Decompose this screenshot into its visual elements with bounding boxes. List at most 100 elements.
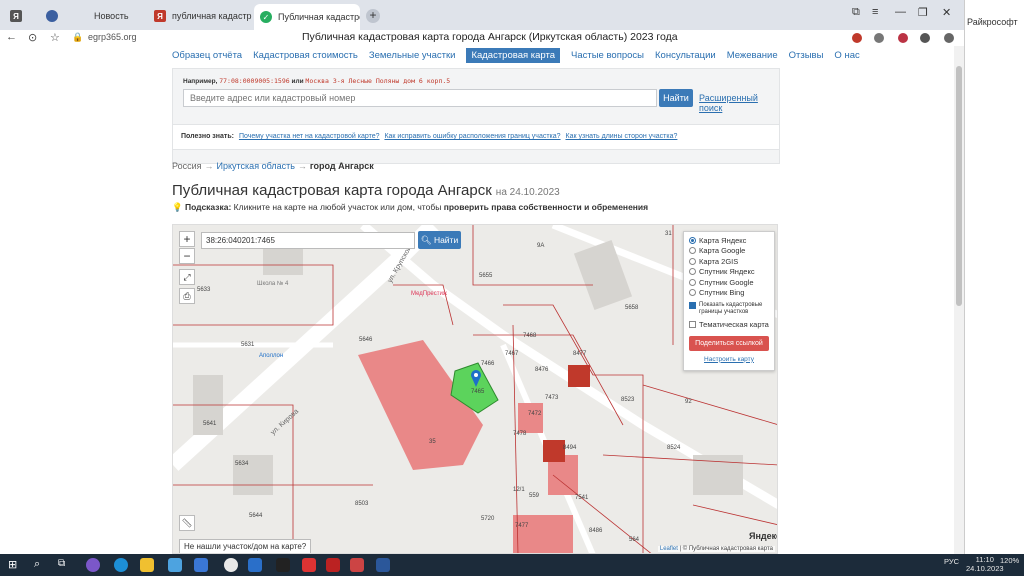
word-icon[interactable] [376,558,390,572]
svg-text:7466: 7466 [481,361,495,367]
search-icon[interactable]: ⌕ [34,558,48,572]
tab-cadastral-1[interactable]: Я публичная кадастровая к [148,5,252,27]
windows-start-icon[interactable]: ⊞ [8,558,22,572]
url-field[interactable]: egrp365.org [88,32,137,42]
taskbar: ⊞ ⌕ ⧉ РУС 120% 11:10 24.10.2023 [0,554,1024,576]
tab-news[interactable]: Новость [70,5,146,27]
radio-icon[interactable] [689,247,696,255]
tab-cadastral-active[interactable]: ✓ Публичная кадастровая к ✕ [254,4,360,30]
nav-reviews[interactable]: Отзывы [789,50,824,61]
minimize-icon[interactable]: — [895,6,906,18]
checkbox-icon[interactable] [689,302,696,309]
page-scrollbar[interactable] [954,46,964,554]
nav-cadastral-map[interactable]: Кадастровая карта [466,47,561,63]
useful-link[interactable]: Как узнать длины сторон участка? [566,133,678,140]
radio-icon[interactable] [689,278,696,286]
nav-sample-report[interactable]: Образец отчёта [172,50,242,61]
map-search-input[interactable]: 38:26:040201:7465 [201,232,415,249]
download-icon[interactable] [944,33,954,43]
app-icon[interactable] [350,558,364,572]
radio-icon[interactable] [689,257,696,265]
svg-text:Аполлон: Аполлон [259,353,283,359]
extension-icon[interactable] [852,33,862,43]
background-window-title: Райкрософт [967,17,1018,27]
useful-link[interactable]: Почему участка нет на кадастровой карте? [239,133,380,140]
shield-icon[interactable]: ⊙ [28,31,37,44]
edge-icon[interactable] [114,558,128,572]
svg-text:564: 564 [629,537,640,543]
zoom-in-button[interactable]: + [179,231,195,247]
useful-info-bar: Полезно знать: Почему участка нет на кад… [172,124,780,150]
search-button[interactable]: Найти [659,89,693,107]
layer-option[interactable]: Спутник Bing [689,288,769,299]
sound-icon[interactable] [874,33,884,43]
breadcrumb-region[interactable]: Иркутская область [217,161,295,171]
nav-consultations[interactable]: Консультации [655,50,716,61]
configure-map-link[interactable]: Настроить карту [689,356,769,363]
mail-icon[interactable] [194,558,208,572]
boundaries-toggle[interactable]: Показать кадастровые границы участков [689,302,769,316]
nav-cadastral-value[interactable]: Кадастровая стоимость [253,50,358,61]
layer-option[interactable]: Спутник Яндекс [689,267,769,278]
layer-option[interactable]: Карта 2GIS [689,256,769,267]
store-icon[interactable] [168,558,182,572]
yandex-browser-icon[interactable] [224,558,238,572]
clock[interactable]: 11:10 24.10.2023 [966,555,1004,573]
lock-icon: 🔒 [72,32,84,42]
radio-icon[interactable] [689,268,696,276]
layer-option[interactable]: Карта Google [689,246,769,257]
advanced-search-link[interactable]: Расширенный поиск [699,93,779,113]
map-search-button[interactable]: 🔍︎ Найти [418,231,461,249]
share-icon[interactable] [920,33,930,43]
explorer-icon[interactable] [140,558,154,572]
address-search-input[interactable] [183,89,657,107]
search-example: Например, 77:08:0009005:1596 или Москва … [183,77,451,85]
breadcrumb-russia[interactable]: Россия [172,161,202,171]
language-indicator[interactable]: РУС [944,557,959,566]
svg-text:8524: 8524 [667,445,681,451]
svg-text:5658: 5658 [625,305,639,311]
acrobat-icon[interactable] [326,558,340,572]
svg-text:12/1: 12/1 [513,487,525,493]
app-icon[interactable] [276,558,290,572]
close-window-icon[interactable]: ✕ [942,6,951,19]
new-tab-button[interactable]: + [366,9,380,23]
scrollbar-thumb[interactable] [956,66,962,306]
fullscreen-icon[interactable]: ⤢ [179,269,195,285]
thematic-toggle[interactable]: Тематическая карта [689,319,769,330]
layer-option[interactable]: Карта Яндекс [689,235,769,246]
radio-icon[interactable] [689,236,696,244]
nav-faq[interactable]: Частые вопросы [571,50,644,61]
favorite-icon[interactable]: ☆ [50,31,60,44]
useful-link[interactable]: Как исправить ошибку расположения границ… [384,133,560,140]
yandex-icon[interactable] [302,558,316,572]
nav-about[interactable]: О нас [834,50,859,61]
ruler-icon[interactable]: 📏︎ [179,515,195,531]
not-found-button[interactable]: Не нашли участок/дом на карте? [179,539,312,553]
cadastral-map[interactable]: 5655 5658 7468 7467 7466 7465 8477 8476 … [172,224,778,554]
print-icon[interactable]: ⎙ [179,288,195,304]
nav-surveying[interactable]: Межевание [727,50,778,61]
radio-icon[interactable] [689,289,696,297]
ie-icon[interactable] [248,558,262,572]
svg-text:5644: 5644 [249,513,263,519]
zoom-out-button[interactable]: − [179,248,195,264]
checkbox-icon[interactable] [689,320,696,328]
browser-menu-tab[interactable]: Я [4,5,32,27]
extension-icon[interactable] [898,33,908,43]
bookmarks-icon[interactable]: ⧉ [852,6,860,19]
app-icon[interactable] [86,558,100,572]
nav-land-plots[interactable]: Земельные участки [369,50,456,61]
map-attribution: Leaflet | © Публичная кадастровая карта [657,546,775,552]
share-link-button[interactable]: Поделиться ссылкой [689,335,769,351]
tab-pinned[interactable] [40,5,64,27]
svg-text:8523: 8523 [621,397,635,403]
menu-icon[interactable]: ≡ [872,6,878,18]
svg-text:35: 35 [429,439,436,445]
layer-option[interactable]: Спутник Google [689,277,769,288]
maximize-icon[interactable]: ❐ [918,6,928,19]
svg-text:7541: 7541 [575,495,589,501]
back-icon[interactable]: ← [6,31,17,43]
svg-text:МедПрестиж: МедПрестиж [411,291,447,297]
task-view-icon[interactable]: ⧉ [58,558,72,572]
